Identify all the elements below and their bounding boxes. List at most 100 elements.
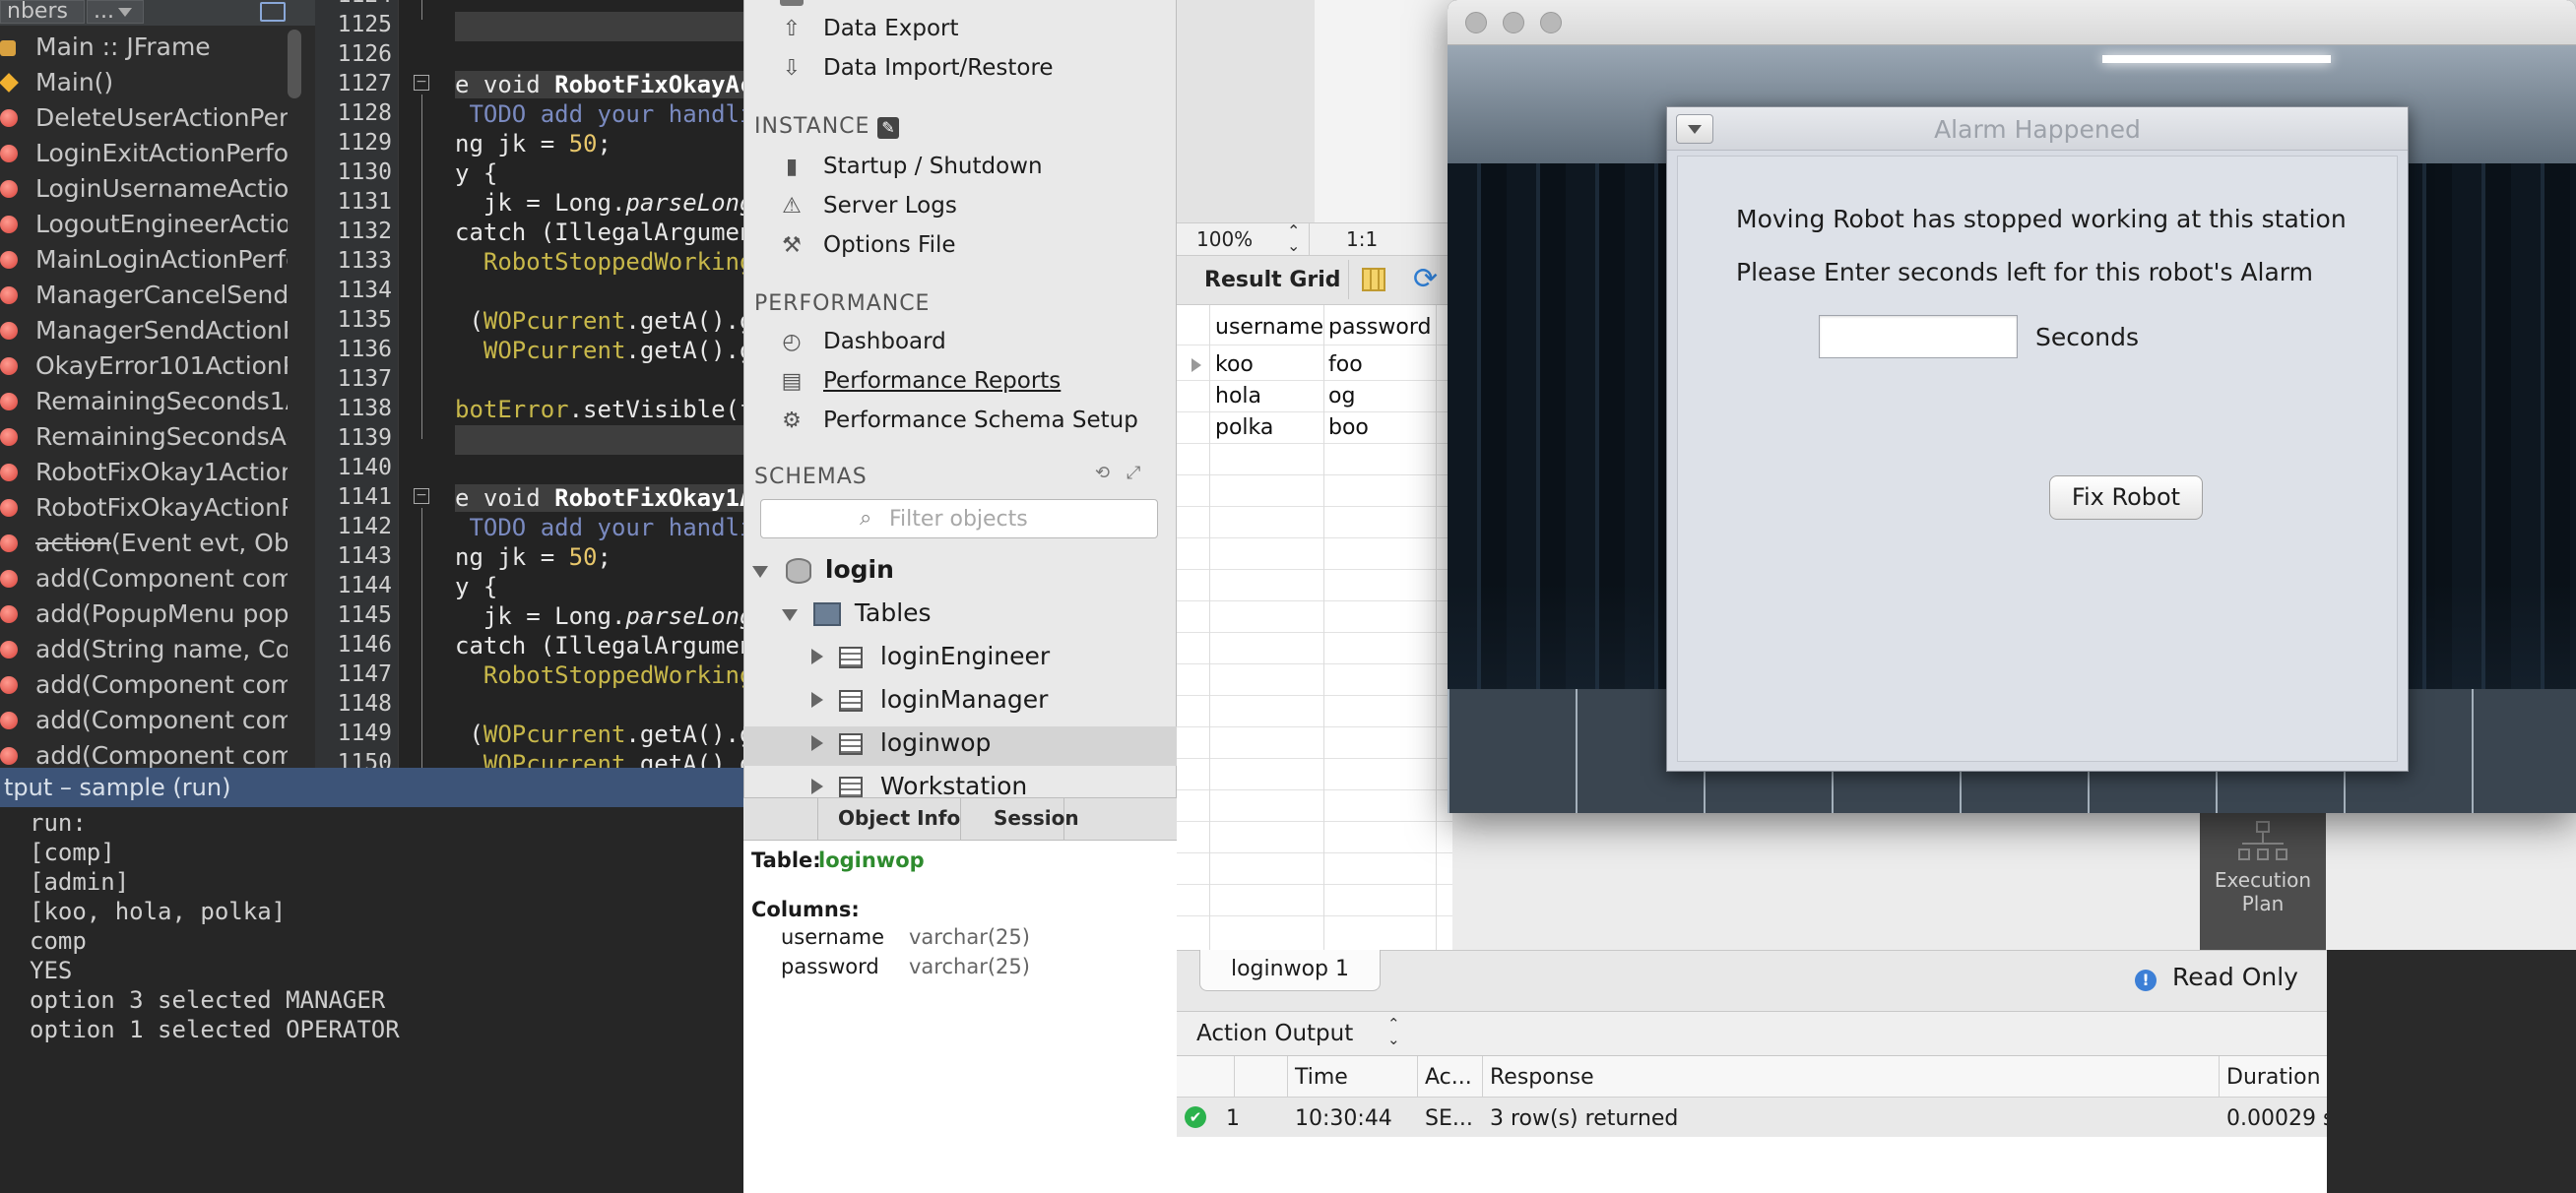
line-number: 1146 bbox=[337, 632, 392, 658]
grid-line bbox=[1177, 537, 1452, 538]
line-number: 1149 bbox=[337, 721, 392, 746]
grid-header-password[interactable]: password bbox=[1328, 315, 1431, 340]
tree-node-schema[interactable]: login bbox=[752, 555, 894, 584]
list-item[interactable]: ManagerCancelSendA bbox=[0, 278, 288, 313]
method-icon bbox=[0, 251, 18, 269]
list-item[interactable]: ManagerSendActionPe bbox=[0, 313, 288, 348]
list-item[interactable]: OkayError101ActionP bbox=[0, 348, 288, 384]
tree-node-table[interactable]: Workstation bbox=[811, 772, 1027, 797]
sql-editor[interactable] bbox=[1315, 0, 1452, 222]
sidebar-item-performance-reports[interactable]: ▤ Performance Reports bbox=[780, 368, 1062, 394]
list-item[interactable]: RemainingSecondsAct bbox=[0, 419, 288, 455]
stepper-icon[interactable]: ⌃ ⌄ bbox=[1287, 223, 1300, 254]
list-item[interactable]: add(Component comp bbox=[0, 667, 288, 703]
list-item[interactable]: action(Event evt, Obje bbox=[0, 526, 288, 561]
grid-line bbox=[1177, 632, 1452, 633]
book-icon[interactable] bbox=[260, 2, 286, 22]
sidebar-item-dashboard[interactable]: ◴ Dashboard bbox=[780, 329, 945, 354]
sidebar-item-server-logs[interactable]: ⚠ Server Logs bbox=[780, 193, 957, 219]
list-item[interactable]: LoginUsernameActionl bbox=[0, 171, 288, 207]
output-line: YES bbox=[30, 957, 73, 984]
fix-robot-button[interactable]: Fix Robot bbox=[2049, 475, 2203, 520]
column-name: password bbox=[781, 955, 879, 978]
tab-session[interactable]: Session bbox=[994, 806, 1079, 830]
sidebar-item-data-export[interactable]: ⇧ Data Export bbox=[780, 16, 959, 41]
grid-cell[interactable]: og bbox=[1328, 384, 1355, 408]
grid-view-icon[interactable] bbox=[1362, 268, 1385, 291]
sidebar-item-data-import[interactable]: ⇩ Data Import/Restore bbox=[780, 55, 1054, 81]
column-header-response[interactable]: Response bbox=[1490, 1065, 1594, 1090]
zoom-window-button[interactable] bbox=[1540, 12, 1562, 33]
tree-node-table[interactable]: loginEngineer bbox=[811, 642, 1050, 670]
sidebar-item-schema-setup[interactable]: ⚙ Performance Schema Setup bbox=[780, 408, 1138, 433]
minimize-window-button[interactable] bbox=[1503, 12, 1524, 33]
sidebar-item-startup[interactable]: ▮ Startup / Shutdown bbox=[780, 154, 1043, 179]
ceiling-light bbox=[2102, 55, 2331, 63]
seconds-input[interactable] bbox=[1819, 315, 2018, 358]
list-item[interactable]: add(Component comp bbox=[0, 703, 288, 738]
table-row[interactable]: ✔ 1 10:30:44 SE... 3 row(s) returned 0.0… bbox=[1177, 1098, 2463, 1137]
tree-node-table-selected[interactable]: loginwop bbox=[811, 728, 991, 757]
ratio-label: 1:1 bbox=[1346, 227, 1379, 251]
filter-objects-input[interactable]: ⌕ Filter objects bbox=[760, 499, 1158, 538]
expand-icon[interactable]: ⤢ bbox=[1127, 463, 1140, 483]
sidebar-item-options-file[interactable]: ⚒ Options File bbox=[780, 232, 955, 258]
grid-cell[interactable]: foo bbox=[1328, 352, 1363, 377]
navigator-scrollbar[interactable] bbox=[288, 30, 301, 98]
filter-placeholder: Filter objects bbox=[889, 507, 1028, 532]
object-info-panel: Table: loginwop Columns: username varcha… bbox=[743, 841, 1177, 1193]
method-icon bbox=[0, 641, 18, 659]
tab-object-info[interactable]: Object Info bbox=[838, 806, 960, 830]
execution-plan-icon bbox=[2238, 821, 2287, 862]
list-item[interactable]: LoginExitActionPerforr bbox=[0, 136, 288, 171]
dialog-menu-button[interactable] bbox=[1676, 114, 1713, 144]
navigator-view-combo[interactable]: nbers bbox=[0, 0, 85, 24]
list-item[interactable]: add(String name, Com bbox=[0, 632, 288, 667]
list-item[interactable]: DeleteUserActionPerfo bbox=[0, 100, 288, 136]
refresh-icon[interactable]: ⟲ bbox=[1095, 463, 1110, 483]
list-item[interactable]: Main() bbox=[0, 65, 288, 100]
grid-line bbox=[1177, 663, 1452, 664]
jframe-titlebar[interactable] bbox=[1448, 0, 2576, 45]
tree-node-table[interactable]: loginManager bbox=[811, 685, 1048, 714]
list-item[interactable]: LogoutEngineerActionl bbox=[0, 207, 288, 242]
column-header-time[interactable]: Time bbox=[1295, 1065, 1348, 1090]
list-item[interactable]: RobotFixOkayActionPe bbox=[0, 490, 288, 526]
action-output-select[interactable]: Action Output bbox=[1196, 1021, 1353, 1046]
column-divider bbox=[1417, 1056, 1418, 1098]
divider bbox=[1309, 223, 1310, 257]
grid-header-username[interactable]: username bbox=[1215, 315, 1323, 340]
close-window-button[interactable] bbox=[1465, 12, 1487, 33]
tab-loginwop-1[interactable]: loginwop 1 bbox=[1199, 950, 1381, 991]
power-icon: ▮ bbox=[785, 155, 799, 179]
grid-cell[interactable]: koo bbox=[1215, 352, 1254, 377]
output-line: [koo, hola, polka] bbox=[30, 898, 287, 925]
list-item[interactable]: add(Component comp bbox=[0, 561, 288, 596]
list-item[interactable]: add(PopupMenu popu bbox=[0, 596, 288, 632]
tree-node-tables[interactable]: Tables bbox=[782, 598, 932, 627]
fold-toggle-icon[interactable]: − bbox=[414, 488, 429, 504]
fold-toggle-icon[interactable]: − bbox=[414, 75, 429, 91]
navigator-filter-combo[interactable]: ... bbox=[87, 0, 144, 24]
list-item[interactable]: RobotFixOkay1Actionl bbox=[0, 455, 288, 490]
grid-cell[interactable]: polka bbox=[1215, 415, 1273, 440]
stepper-icon[interactable]: ⌃ ⌄ bbox=[1387, 1016, 1400, 1047]
line-number: 1129 bbox=[337, 130, 392, 156]
zoom-select[interactable]: 100% bbox=[1196, 227, 1253, 251]
divider bbox=[1348, 260, 1349, 299]
tab-divider bbox=[817, 798, 818, 842]
line-number: 1141 bbox=[337, 484, 392, 510]
grid-cell[interactable]: hola bbox=[1215, 384, 1261, 408]
column-header-action[interactable]: Ac... bbox=[1425, 1065, 1472, 1090]
refresh-icon[interactable]: ⟳ bbox=[1413, 262, 1438, 296]
output-panel-title[interactable]: tput – sample (run) bbox=[0, 768, 743, 807]
list-item[interactable]: Main :: JFrame bbox=[0, 30, 288, 65]
execution-plan-button[interactable]: Execution Plan bbox=[2200, 807, 2326, 951]
method-icon bbox=[0, 357, 18, 375]
list-item[interactable]: MainLoginActionPerfor bbox=[0, 242, 288, 278]
code-line: jk = Long.parseLong bbox=[455, 602, 754, 630]
grid-cell[interactable]: boo bbox=[1328, 415, 1369, 440]
result-grid-label[interactable]: Result Grid bbox=[1204, 268, 1341, 292]
list-item[interactable]: RemainingSeconds1A bbox=[0, 384, 288, 419]
line-number: 1131 bbox=[337, 189, 392, 215]
